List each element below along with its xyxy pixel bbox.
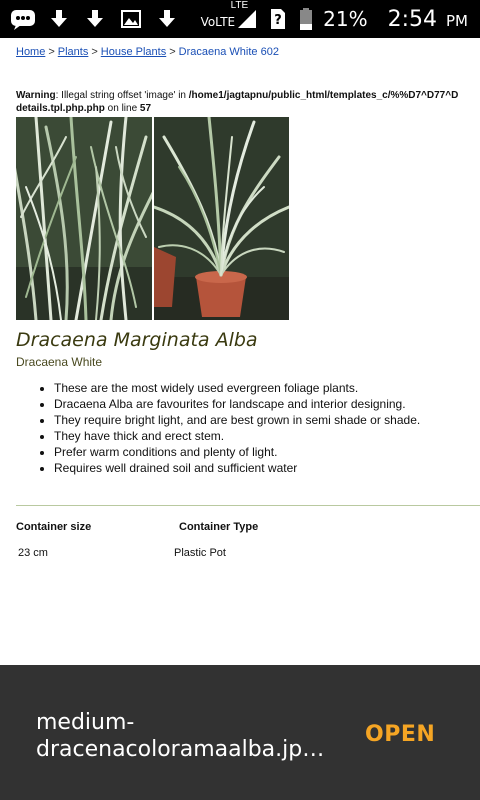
lte-label: LTE <box>230 0 249 11</box>
warning-path: /home1/jagtapnu/public_html/templates_c/… <box>188 90 459 101</box>
download-icon <box>154 8 180 30</box>
divider <box>16 505 480 506</box>
messenger-icon <box>10 8 36 30</box>
list-item: Prefer warm conditions and plenty of lig… <box>54 444 420 460</box>
breadcrumb: Home > Plants > House Plants > Dracaena White … <box>16 46 279 58</box>
list-item: These are the most widely used evergreen… <box>54 380 420 396</box>
php-warning: Warning: Illegal string offset 'image' i… <box>16 89 480 115</box>
list-item: Dracaena Alba are favourites for landsca… <box>54 396 420 412</box>
signal-icon <box>237 8 257 30</box>
download-filename-line2: dracenacoloramaalba.jp… <box>36 737 325 762</box>
signal-group: VoLTE LTE <box>200 0 258 30</box>
image-icon <box>118 8 144 30</box>
list-item: Requires well drained soil and sufficien… <box>54 460 420 476</box>
status-bar: VoLTE LTE ? 21% 2:54 PM <box>0 0 480 38</box>
product-title: Dracaena Marginata Alba <box>16 329 258 351</box>
svg-text:?: ? <box>274 13 282 28</box>
download-snackbar: medium- dracenacoloramaalba.jp… OPEN <box>0 665 480 800</box>
plant-foliage-image <box>16 117 152 320</box>
open-button[interactable]: OPEN <box>365 722 435 747</box>
no-sim-icon: ? <box>269 7 287 31</box>
list-item: They have thick and erect stem. <box>54 428 420 444</box>
page-content[interactable]: Home > Plants > House Plants > Dracaena White … <box>0 38 480 665</box>
feature-list: These are the most widely used evergreen… <box>40 380 420 476</box>
breadcrumb-house-plants[interactable]: House Plants <box>101 46 166 58</box>
download-filename: medium- dracenacoloramaalba.jp… <box>36 709 326 763</box>
breadcrumb-separator: > <box>48 46 55 58</box>
volte-label: VoLTE <box>200 15 236 29</box>
battery-percent: 21% <box>323 7 368 31</box>
download-icon <box>82 8 108 30</box>
battery-icon <box>299 7 313 31</box>
container-type-value: Plastic Pot <box>174 547 226 559</box>
container-size-value: 23 cm <box>18 547 48 559</box>
system-icons: VoLTE LTE ? 21% 2:54 PM <box>201 0 480 38</box>
warning-line-number: 57 <box>139 103 152 114</box>
warning-label: Warning <box>16 90 56 101</box>
plant-in-pot-image <box>154 117 289 320</box>
notification-icons <box>0 8 180 30</box>
container-type-header: Container Type <box>179 521 259 533</box>
product-subtitle: Dracaena White <box>16 355 103 369</box>
breadcrumb-home[interactable]: Home <box>16 46 45 58</box>
list-item: They require bright light, and are best … <box>54 412 420 428</box>
breadcrumb-plants[interactable]: Plants <box>58 46 89 58</box>
warning-line-text: on line <box>104 103 140 114</box>
download-icon <box>46 8 72 30</box>
clock-ampm: PM <box>446 12 468 30</box>
product-photo-closeup[interactable] <box>16 117 152 320</box>
product-photos <box>16 117 289 320</box>
product-photo-potted[interactable] <box>154 117 289 320</box>
breadcrumb-current: Dracaena White 602 <box>178 46 279 58</box>
breadcrumb-separator: > <box>169 46 176 58</box>
breadcrumb-separator: > <box>91 46 98 58</box>
warning-message: : Illegal string offset 'image' in <box>55 90 189 101</box>
warning-path-end: details.tpl.php.php <box>16 103 105 114</box>
clock: 2:54 <box>387 6 437 32</box>
container-size-header: Container size <box>16 521 92 533</box>
download-filename-line1: medium- <box>36 710 135 735</box>
